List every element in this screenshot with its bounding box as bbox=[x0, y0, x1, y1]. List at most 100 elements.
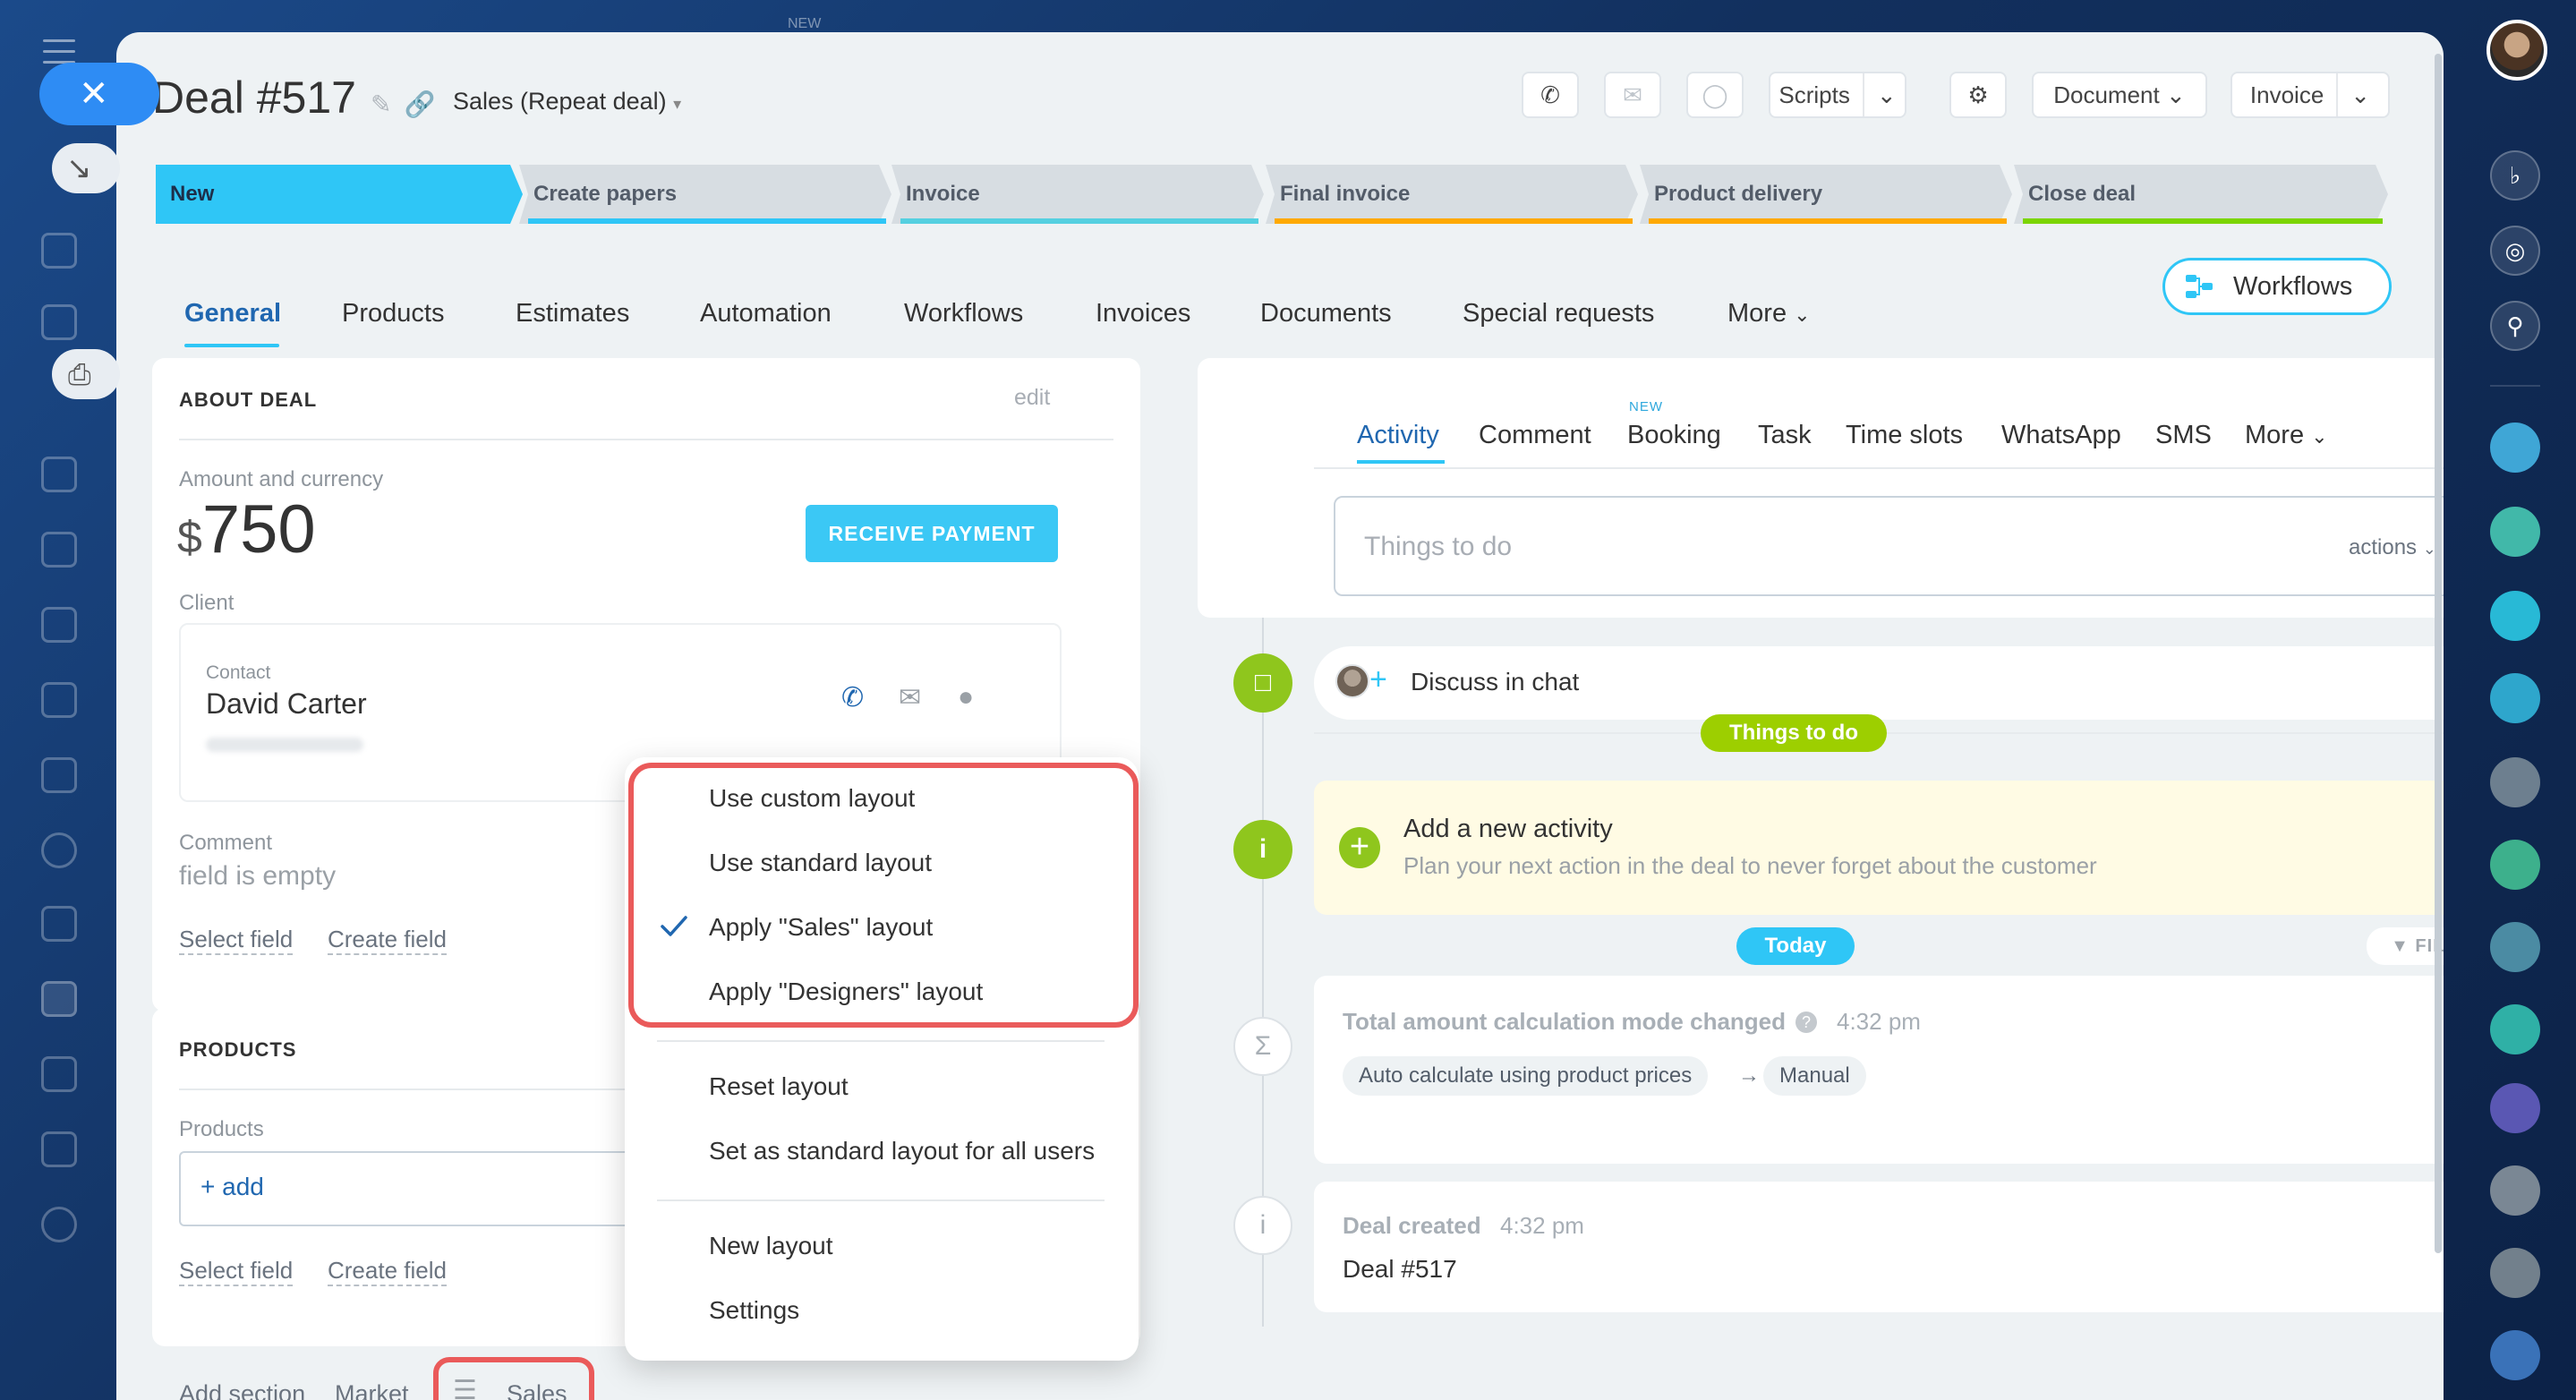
target-icon[interactable]: ◎ bbox=[2490, 226, 2540, 276]
group-avatar[interactable] bbox=[2490, 1248, 2540, 1298]
shop-icon[interactable] bbox=[41, 1131, 77, 1167]
stage-close-deal[interactable]: Close deal bbox=[2014, 165, 2388, 224]
email-button[interactable]: ✉ bbox=[1604, 72, 1661, 118]
mail-icon[interactable] bbox=[41, 757, 77, 793]
chat-button[interactable]: ◯ bbox=[1686, 72, 1744, 118]
tab-workflows[interactable]: Workflows bbox=[904, 299, 1023, 329]
tab-products[interactable]: Products bbox=[342, 299, 444, 329]
discuss-label[interactable]: Discuss in chat bbox=[1411, 668, 1579, 696]
stage-label: New bbox=[170, 182, 215, 206]
invoice-button[interactable]: Invoice ⌄ bbox=[2231, 72, 2390, 118]
select-field-link[interactable]: Select field bbox=[179, 1257, 294, 1286]
crm-icon[interactable] bbox=[41, 981, 77, 1017]
add-activity-card[interactable] bbox=[1314, 781, 2444, 915]
contact-avatar[interactable] bbox=[2490, 757, 2540, 807]
tab-whatsapp[interactable]: WhatsApp bbox=[2001, 421, 2121, 450]
tab-automation[interactable]: Automation bbox=[700, 299, 832, 329]
scripts-button[interactable]: Scripts ⌄ bbox=[1769, 72, 1906, 118]
filter-button[interactable]: ▼ FILTER bbox=[2367, 927, 2444, 965]
things-to-do-pill: Things to do bbox=[1701, 714, 1887, 752]
amount-value[interactable]: $750 bbox=[177, 491, 316, 568]
task-chat-icon[interactable] bbox=[2490, 1083, 2540, 1133]
task-chat-icon[interactable] bbox=[2490, 1004, 2540, 1054]
add-product-link[interactable]: + add bbox=[200, 1173, 264, 1200]
stage-final-invoice[interactable]: Final invoice bbox=[1266, 165, 1638, 224]
plus-icon[interactable]: + bbox=[1369, 662, 1387, 697]
help-icon[interactable]: ? bbox=[1796, 1012, 1817, 1033]
analytics-icon[interactable] bbox=[41, 1207, 77, 1242]
calendar-icon[interactable] bbox=[41, 457, 77, 492]
tasks-icon[interactable] bbox=[41, 906, 77, 942]
market-link[interactable]: Market bbox=[335, 1380, 409, 1400]
scrollbar[interactable] bbox=[2435, 54, 2442, 1253]
tab-sms[interactable]: SMS bbox=[2155, 421, 2212, 450]
tab-time-slots[interactable]: Time slots bbox=[1846, 421, 1963, 450]
stage-create-papers[interactable]: Create papers bbox=[519, 165, 891, 224]
group-avatar[interactable] bbox=[2490, 1165, 2540, 1216]
divider bbox=[2490, 385, 2540, 387]
document-icon[interactable] bbox=[41, 532, 77, 568]
tab-documents[interactable]: Documents bbox=[1260, 299, 1392, 329]
tab-estimates[interactable]: Estimates bbox=[516, 299, 629, 329]
group-chat-icon[interactable] bbox=[2490, 507, 2540, 557]
user-avatar[interactable] bbox=[2486, 20, 2547, 81]
search-icon[interactable]: ⚲ bbox=[2490, 301, 2540, 351]
receive-payment-button[interactable]: RECEIVE PAYMENT bbox=[806, 505, 1058, 562]
group-chat-icon[interactable] bbox=[2490, 423, 2540, 473]
section-title: ABOUT DEAL bbox=[179, 388, 318, 411]
actions-dropdown[interactable]: actions ⌄ bbox=[2349, 535, 2436, 560]
chevron-down-icon[interactable]: ⌄ bbox=[1877, 81, 1897, 108]
board-icon[interactable] bbox=[41, 607, 77, 643]
add-plus-icon[interactable]: + bbox=[1339, 827, 1380, 868]
settings-button[interactable]: ⚙ bbox=[1949, 72, 2007, 118]
contact-avatar[interactable] bbox=[2490, 922, 2540, 972]
contact-name[interactable]: David Carter bbox=[206, 687, 367, 721]
create-field-link[interactable]: Create field bbox=[328, 926, 447, 955]
feed-icon[interactable] bbox=[41, 304, 77, 340]
stage-product-delivery[interactable]: Product delivery bbox=[1640, 165, 2012, 224]
workflows-button[interactable]: Workflows bbox=[2162, 258, 2392, 315]
stage-label: Product delivery bbox=[1654, 182, 1823, 206]
contacts-icon[interactable] bbox=[41, 832, 77, 868]
print-button[interactable]: ⎙ bbox=[52, 349, 120, 399]
mail-icon[interactable] bbox=[2490, 1330, 2540, 1380]
stage-new[interactable]: New bbox=[156, 165, 523, 224]
sites-icon[interactable] bbox=[41, 1056, 77, 1092]
phone-button[interactable]: ✆ bbox=[1522, 72, 1579, 118]
tab-task[interactable]: Task bbox=[1758, 421, 1812, 450]
stage-invoice[interactable]: Invoice bbox=[891, 165, 1264, 224]
link-icon[interactable]: 🔗 bbox=[404, 90, 448, 118]
edit-link[interactable]: edit bbox=[1014, 385, 1050, 411]
menu-item-new-layout[interactable]: New layout bbox=[709, 1232, 833, 1260]
add-section-link[interactable]: Add section bbox=[179, 1380, 305, 1400]
pencil-icon[interactable]: ✎ bbox=[371, 90, 404, 118]
bell-icon[interactable]: ♭ bbox=[2490, 150, 2540, 201]
tab-more[interactable]: More ⌄ bbox=[1727, 299, 1811, 329]
open-channel-icon[interactable] bbox=[2490, 591, 2540, 641]
menu-item-set-standard-for-all[interactable]: Set as standard layout for all users bbox=[709, 1137, 1095, 1165]
select-field-link[interactable]: Select field bbox=[179, 926, 294, 955]
chat-icon[interactable] bbox=[41, 233, 77, 269]
tab-activity[interactable]: Activity bbox=[1357, 421, 1439, 450]
task-chat-icon[interactable] bbox=[2490, 840, 2540, 890]
phone-icon[interactable]: ✆ bbox=[841, 682, 864, 713]
menu-item-reset-layout[interactable]: Reset layout bbox=[709, 1072, 849, 1101]
document-button[interactable]: Document ⌄ bbox=[2032, 72, 2207, 118]
tab-special-requests[interactable]: Special requests bbox=[1463, 299, 1654, 329]
chevron-down-icon[interactable]: ⌄ bbox=[2350, 81, 2370, 108]
chat-icon[interactable]: ● bbox=[958, 682, 974, 713]
task-chat-icon[interactable] bbox=[2490, 673, 2540, 723]
minimize-button[interactable]: ↘ bbox=[52, 143, 120, 193]
menu-icon[interactable] bbox=[43, 39, 75, 64]
menu-item-settings[interactable]: Settings bbox=[709, 1296, 799, 1325]
close-button[interactable]: ✕ bbox=[39, 63, 159, 125]
pipeline-selector[interactable]: Sales (Repeat deal) ▾ bbox=[453, 88, 681, 115]
create-field-link[interactable]: Create field bbox=[328, 1257, 447, 1286]
storage-icon[interactable] bbox=[41, 682, 77, 718]
tab-general[interactable]: General bbox=[184, 299, 281, 329]
envelope-icon[interactable]: ✉ bbox=[899, 682, 921, 713]
tab-booking[interactable]: Booking bbox=[1627, 421, 1721, 450]
tab-invoices[interactable]: Invoices bbox=[1096, 299, 1190, 329]
tab-more-activity[interactable]: More ⌄ bbox=[2245, 421, 2328, 450]
tab-comment[interactable]: Comment bbox=[1479, 421, 1591, 450]
